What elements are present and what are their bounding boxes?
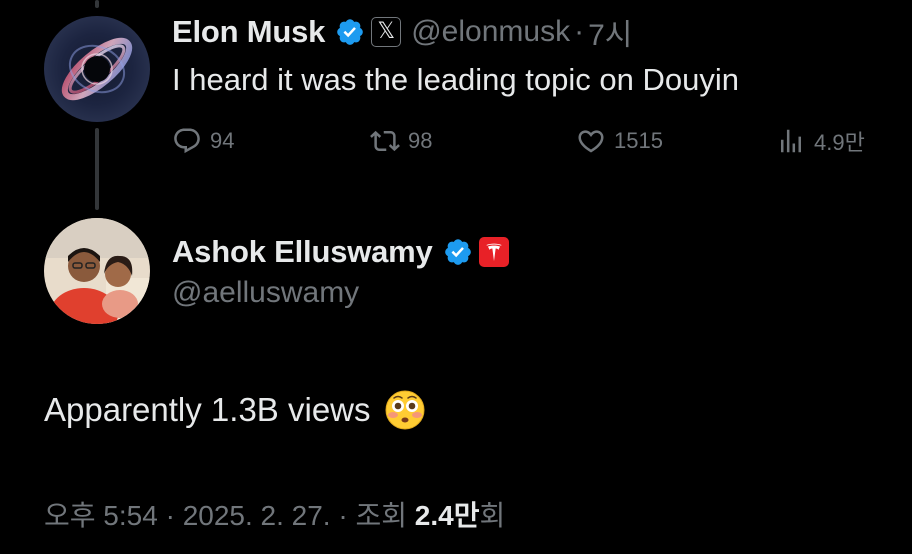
views-chart-icon — [781, 129, 801, 153]
parent-author-name[interactable]: Elon Musk — [172, 14, 325, 50]
like-button[interactable]: 1515 — [576, 124, 663, 158]
parent-author-row: Elon Musk 𝕏 @elonmusk · 7시 — [172, 12, 632, 52]
views-suffix: 회 — [479, 500, 506, 531]
reply-count: 94 — [210, 128, 235, 153]
tweet-date[interactable]: 2025. 2. 27. — [183, 500, 331, 531]
reply-author-row: Ashok Elluswamy — [172, 232, 509, 272]
reply-icon — [174, 128, 200, 154]
tesla-logo-icon — [478, 237, 509, 267]
profile-photo-image — [44, 218, 150, 324]
like-count: 1515 — [614, 128, 663, 153]
views-button[interactable]: 4.9만 — [776, 124, 865, 158]
thread-connector — [95, 128, 99, 210]
verified-badge-icon — [337, 19, 364, 45]
parent-tweet-time[interactable]: 7시 — [588, 10, 632, 54]
verified-badge-icon — [444, 239, 471, 265]
retweet-icon — [370, 130, 400, 152]
retweet-button[interactable]: 98 — [370, 124, 432, 158]
reply-author-handle[interactable]: @aelluswamy — [172, 276, 359, 310]
meta-separator: · — [165, 500, 175, 531]
thread-connector-top — [95, 0, 99, 8]
ashok-elluswamy-avatar[interactable] — [44, 218, 150, 324]
flushed-face-emoji — [385, 390, 425, 430]
reply-button[interactable]: 94 — [172, 124, 234, 158]
views-total[interactable]: 2.4만 — [415, 500, 480, 531]
parent-author-handle[interactable]: @elonmusk — [411, 15, 570, 49]
reply-author-name[interactable]: Ashok Elluswamy — [172, 234, 433, 270]
views-count: 4.9만 — [814, 130, 865, 155]
separator-dot: · — [574, 15, 585, 48]
x-logo-icon: 𝕏 — [371, 17, 402, 47]
heart-icon — [578, 130, 604, 153]
tweet-time[interactable]: 오후 5:54 — [44, 500, 158, 531]
parent-tweet-actions: 94 98 1515 4.9만 — [172, 124, 880, 158]
reply-tweet-text-row: Apparently 1.3B views 😳 — [44, 390, 425, 430]
reply-tweet-text: Apparently 1.3B views — [44, 391, 371, 428]
parent-tweet-text: I heard it was the leading topic on Douy… — [172, 62, 739, 97]
elon-musk-avatar[interactable] — [44, 16, 150, 122]
views-label: 조회 — [355, 500, 408, 531]
black-hole-avatar-image — [44, 16, 150, 122]
meta-separator: · — [338, 500, 348, 531]
retweet-count: 98 — [408, 128, 433, 153]
reply-tweet-metadata: 오후 5:54 · 2025. 2. 27. · 조회 2.4만회 — [44, 494, 505, 534]
